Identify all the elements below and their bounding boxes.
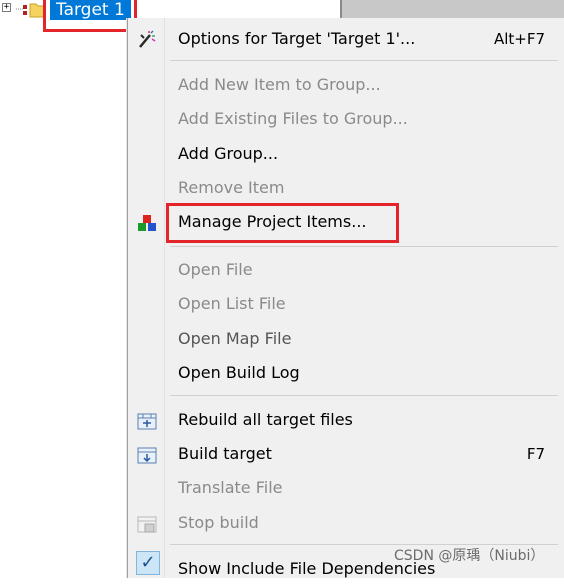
build-target-shortcut: F7 bbox=[526, 445, 545, 463]
add-new-item-label: Add New Item to Group... bbox=[178, 75, 381, 94]
context-menu: Options for Target 'Target 1'... Alt+F7 … bbox=[127, 18, 564, 578]
open-build-log-label: Open Build Log bbox=[178, 363, 300, 382]
translate-file-label: Translate File bbox=[178, 478, 283, 497]
menu-item-translate-file: Translate File bbox=[128, 471, 564, 505]
target-highlight-box bbox=[43, 0, 137, 32]
menu-separator bbox=[170, 60, 558, 61]
rebuild-all-label: Rebuild all target files bbox=[178, 410, 353, 429]
menu-item-add-existing-files: Add Existing Files to Group... bbox=[128, 102, 564, 136]
menu-separator bbox=[170, 395, 558, 396]
build-icon bbox=[137, 447, 157, 464]
open-list-file-label: Open List File bbox=[178, 294, 286, 313]
options-shortcut: Alt+F7 bbox=[493, 30, 545, 48]
pane-divider[interactable] bbox=[340, 0, 342, 18]
add-group-label: Add Group... bbox=[178, 144, 279, 163]
open-file-label: Open File bbox=[178, 260, 253, 279]
target-folder-icon bbox=[16, 3, 46, 18]
menu-item-open-list-file: Open List File bbox=[128, 287, 564, 321]
menu-item-add-new-item: Add New Item to Group... bbox=[128, 68, 564, 102]
wand-options-icon bbox=[139, 30, 156, 48]
build-target-label: Build target bbox=[178, 444, 272, 463]
editor-background bbox=[340, 0, 564, 18]
project-blocks-icon bbox=[138, 215, 156, 231]
menu-item-options-for-target[interactable]: Options for Target 'Target 1'... Alt+F7 bbox=[128, 22, 564, 56]
options-label: Options for Target 'Target 1'... bbox=[178, 29, 416, 48]
checkmark-icon: ✓ bbox=[136, 551, 160, 575]
menu-item-build-target[interactable]: Build target F7 bbox=[128, 437, 564, 471]
tree-expand-icon[interactable]: + bbox=[2, 3, 11, 12]
menu-item-rebuild-all[interactable]: Rebuild all target files bbox=[128, 403, 564, 437]
rebuild-icon bbox=[137, 413, 157, 430]
menu-item-remove-item: Remove Item bbox=[128, 171, 564, 205]
manage-highlight-box bbox=[166, 203, 399, 243]
menu-item-open-file: Open File bbox=[128, 253, 564, 287]
menu-item-open-map-file: Open Map File bbox=[128, 322, 564, 356]
stop-build-icon bbox=[137, 516, 157, 533]
menu-item-add-group[interactable]: Add Group... bbox=[128, 137, 564, 171]
menu-separator bbox=[170, 246, 558, 247]
menu-item-stop-build: Stop build bbox=[128, 506, 564, 540]
watermark: CSDN @原瑀（Niubi） bbox=[394, 548, 545, 564]
menu-item-open-build-log[interactable]: Open Build Log bbox=[128, 356, 564, 390]
remove-item-label: Remove Item bbox=[178, 178, 285, 197]
add-existing-files-label: Add Existing Files to Group... bbox=[178, 109, 408, 128]
open-map-file-label: Open Map File bbox=[178, 329, 292, 348]
stop-build-label: Stop build bbox=[178, 513, 259, 532]
